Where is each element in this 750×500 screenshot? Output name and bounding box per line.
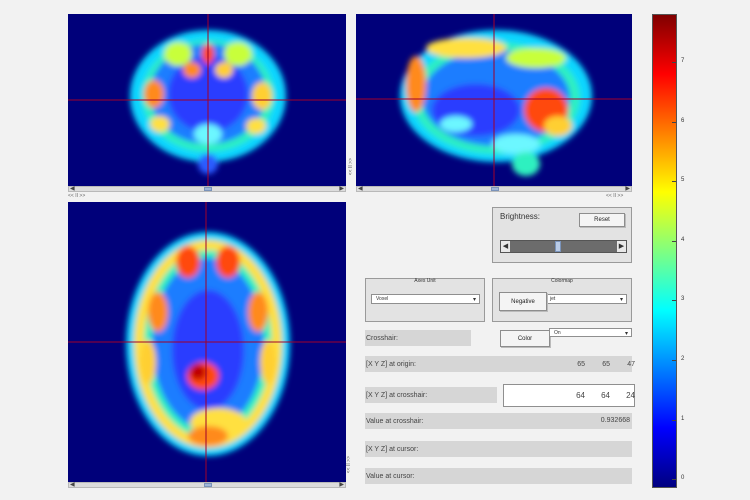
value-crosshair-label: Value at crosshair: xyxy=(365,413,497,429)
scroll-left-icon[interactable]: ◀ xyxy=(70,481,75,489)
origin-x: 65 xyxy=(577,360,585,368)
colorbar-tick-mark xyxy=(672,479,676,481)
scrollbar-thumb[interactable] xyxy=(491,187,499,191)
slider-left-icon[interactable]: ◀ xyxy=(501,241,510,252)
crosshair-select[interactable]: On ▾ xyxy=(549,328,632,337)
reset-button[interactable]: Reset xyxy=(579,213,625,227)
colorbar-tick-label: 6 xyxy=(681,117,685,124)
slider-thumb[interactable] xyxy=(555,241,562,252)
axes-unit-title: Axes Unit xyxy=(414,278,436,284)
colorbar-tick-label: 4 xyxy=(681,236,685,243)
coronal-view[interactable] xyxy=(68,14,346,186)
crosshair-value: On xyxy=(554,329,561,336)
colormap-value: jet xyxy=(550,296,556,302)
colormap-select[interactable]: jet ▾ xyxy=(545,294,627,304)
crosshair-color-button[interactable]: Color xyxy=(500,330,550,347)
cursor-coords-label: [X Y Z] at cursor: xyxy=(365,441,497,457)
value-crosshair: 0.932668 xyxy=(600,417,630,424)
coronal-scrollbar[interactable]: ◀ ▶ xyxy=(68,186,346,192)
colorbar-tick-mark xyxy=(672,419,676,421)
colorbar-tick-mark xyxy=(672,62,676,63)
coronal-slice-label: << II >> xyxy=(68,193,86,199)
colorbar-tick-label: 0 xyxy=(681,475,685,482)
origin-y: 65 xyxy=(602,360,610,368)
brightness-slider[interactable]: ◀ ▶ xyxy=(500,240,627,253)
crosshair-y: 64 xyxy=(601,391,610,400)
origin-z: 47 xyxy=(627,360,635,368)
scrollbar-thumb[interactable] xyxy=(204,483,212,487)
colorbar xyxy=(652,14,677,488)
scroll-right-icon[interactable]: ▶ xyxy=(339,481,344,489)
brightness-label: Brightness: xyxy=(500,212,541,221)
colorbar-tick-mark xyxy=(672,240,676,242)
axes-unit-select[interactable]: Voxel ▾ xyxy=(371,294,480,304)
slider-right-icon[interactable]: ▶ xyxy=(617,241,626,252)
axial-scrollbar[interactable]: ◀ ▶ xyxy=(68,482,346,488)
colorbar-tick-label: 2 xyxy=(681,356,685,362)
scroll-left-icon[interactable]: ◀ xyxy=(70,185,75,193)
sagittal-side-label: << II >> xyxy=(348,158,354,176)
colorbar-tick-mark xyxy=(672,181,676,183)
scroll-right-icon[interactable]: ▶ xyxy=(339,185,344,193)
origin-label: [X Y Z] at origin: xyxy=(365,356,497,372)
sagittal-view[interactable] xyxy=(356,14,632,186)
axes-unit-panel: Axes Unit Voxel ▾ xyxy=(365,278,485,322)
cursor-coords-bg xyxy=(497,441,632,457)
value-cursor-label: Value at cursor: xyxy=(365,468,497,484)
chevron-down-icon: ▾ xyxy=(619,297,623,303)
sagittal-scrollbar[interactable]: ◀ ▶ xyxy=(356,186,632,192)
axial-side-label: << II >> xyxy=(346,456,352,474)
crosshair-label: Crosshair: xyxy=(365,330,471,346)
colorbar-tick-mark xyxy=(672,121,676,123)
scroll-left-icon[interactable]: ◀ xyxy=(358,185,363,193)
colorbar-tick-label: 5 xyxy=(681,177,685,184)
colorbar-tick-label: 7 xyxy=(681,58,685,64)
crosshair-x: 64 xyxy=(576,391,585,400)
scroll-right-icon[interactable]: ▶ xyxy=(625,185,630,193)
scrollbar-thumb[interactable] xyxy=(204,187,212,191)
crosshair-coords-values: 64 64 24 xyxy=(560,384,635,407)
axial-view[interactable] xyxy=(68,202,346,482)
colorbar-tick-mark xyxy=(672,300,676,302)
brightness-panel: Brightness: Reset ◀ ▶ xyxy=(492,207,632,263)
axes-unit-value: Voxel xyxy=(376,296,389,302)
crosshair-z: 24 xyxy=(626,391,635,400)
colormap-panel: Colormap jet ▾ Negative xyxy=(492,278,632,322)
sagittal-slice-label: << II >> xyxy=(606,193,624,199)
colorbar-tick-label: 3 xyxy=(681,296,685,303)
colormap-title: Colormap xyxy=(551,278,573,284)
origin-values: 65 65 47 xyxy=(560,356,635,372)
chevron-down-icon: ▾ xyxy=(624,331,628,337)
negative-button[interactable]: Negative xyxy=(499,292,547,311)
value-cursor-bg xyxy=(497,468,632,484)
colorbar-tick-label: 1 xyxy=(681,415,685,422)
chevron-down-icon: ▾ xyxy=(472,297,476,303)
crosshair-coords-label: [X Y Z] at crosshair: xyxy=(365,387,497,403)
colorbar-tick-mark xyxy=(672,360,676,361)
